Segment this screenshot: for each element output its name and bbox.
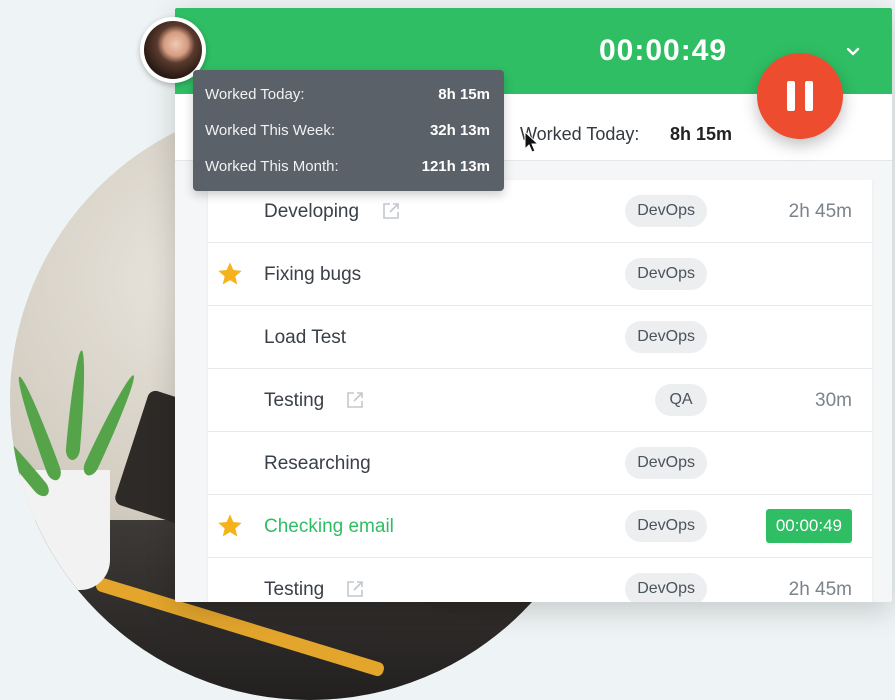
- task-name[interactable]: Developing: [264, 201, 359, 223]
- active-task-timer: 00:00:49: [765, 509, 852, 543]
- mouse-cursor-icon: [524, 131, 540, 153]
- star-icon[interactable]: [216, 512, 244, 540]
- tooltip-label-today: Worked Today:: [205, 86, 305, 103]
- tooltip-label-week: Worked This Week:: [205, 122, 336, 139]
- chevron-down-icon[interactable]: [845, 44, 861, 60]
- project-tag[interactable]: DevOps: [625, 510, 707, 542]
- task-name[interactable]: Testing: [264, 579, 324, 601]
- task-row[interactable]: Researching DevOps: [208, 432, 872, 495]
- star-icon[interactable]: [216, 260, 244, 288]
- external-link-icon[interactable]: [382, 202, 400, 220]
- task-name[interactable]: Testing: [264, 390, 324, 412]
- tooltip-value-month: 121h 13m: [421, 158, 490, 175]
- project-tag[interactable]: DevOps: [625, 195, 707, 227]
- task-row[interactable]: Testing DevOps 2h 45m: [208, 558, 872, 602]
- task-name[interactable]: Load Test: [264, 327, 346, 349]
- tooltip-label-month: Worked This Month:: [205, 158, 339, 175]
- task-name[interactable]: Checking email: [264, 516, 394, 538]
- task-name[interactable]: Fixing bugs: [264, 264, 361, 286]
- project-tag[interactable]: DevOps: [625, 447, 707, 479]
- task-duration: 30m: [815, 390, 852, 411]
- pause-icon: [805, 81, 813, 111]
- pause-button[interactable]: [757, 53, 843, 139]
- worked-time-tooltip: Worked Today: 8h 15m Worked This Week: 3…: [193, 70, 504, 191]
- task-row[interactable]: Load Test DevOps: [208, 306, 872, 369]
- plant-leaf: [65, 349, 89, 461]
- running-timer: 00:00:49: [599, 34, 728, 67]
- project-tag[interactable]: DevOps: [625, 573, 707, 602]
- tooltip-value-week: 32h 13m: [429, 122, 490, 139]
- external-link-icon[interactable]: [346, 580, 364, 598]
- task-duration: 2h 45m: [788, 579, 852, 600]
- project-tag[interactable]: QA: [655, 384, 707, 416]
- task-duration: 2h 45m: [788, 201, 852, 222]
- external-link-icon[interactable]: [346, 391, 364, 409]
- task-row[interactable]: Checking email DevOps 00:00:49: [208, 495, 872, 558]
- task-list: Developing DevOps 2h 45m Fixing bugs DevOps L…: [208, 180, 872, 602]
- task-name[interactable]: Researching: [264, 453, 371, 475]
- worked-today-value: 8h 15m: [670, 124, 733, 144]
- task-row[interactable]: Testing QA 30m: [208, 369, 872, 432]
- task-row[interactable]: Fixing bugs DevOps: [208, 243, 872, 306]
- pause-icon: [787, 81, 795, 111]
- project-tag[interactable]: DevOps: [625, 321, 707, 353]
- tooltip-value-today: 8h 15m: [438, 86, 490, 103]
- project-tag[interactable]: DevOps: [625, 258, 707, 290]
